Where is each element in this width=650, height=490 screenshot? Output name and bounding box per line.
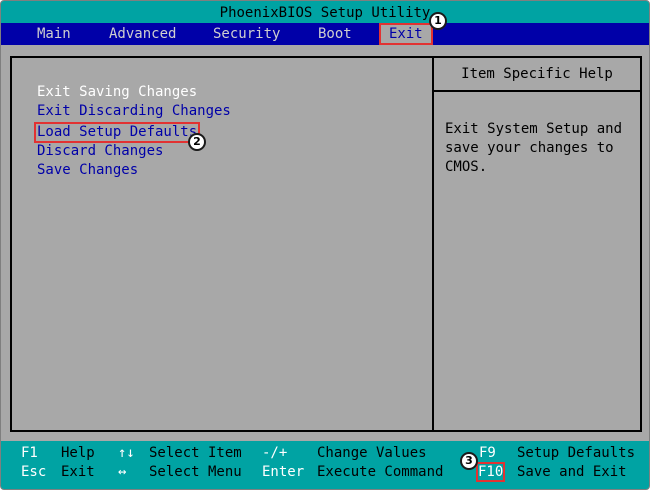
exit-options-list: Exit Saving Changes Exit Discarding Chan… [33,83,233,180]
key-minus-plus: -/+ [262,445,288,461]
key-updown: ↑↓ [118,445,135,461]
key-leftright: ↔ [118,464,127,480]
title-bar: PhoenixBIOS Setup Utility [1,1,649,23]
key-esc: Esc [21,464,47,480]
option-exit-saving-changes[interactable]: Exit Saving Changes [35,83,233,102]
annotation-badge: 2 [188,133,206,151]
key-f1: F1 [21,445,38,461]
key-leftright-desc: Select Menu [149,464,242,480]
help-text: Exit System Setup and save your changes … [445,120,635,177]
key-enter: Enter [262,464,305,480]
key-f10-desc: Save and Exit [517,464,627,480]
option-save-changes[interactable]: Save Changes [35,161,233,180]
annotation-badge: 1 [429,12,447,30]
help-line: save your changes to [445,140,614,156]
option-load-setup-defaults[interactable]: Load Setup Defaults [33,122,201,143]
key-f1-desc: Help [61,445,95,461]
menu-exit[interactable]: Exit [379,23,433,45]
help-line: CMOS. [445,159,488,175]
annotation-badge: 3 [460,452,478,470]
menu-bar: Main Advanced Security Boot Exit [1,23,649,45]
window-title: PhoenixBIOS Setup Utility [219,5,431,21]
key-minus-plus-desc: Change Values [317,445,427,461]
key-f10: F10 [475,462,506,482]
key-f9: F9 [479,445,496,461]
help-header: Item Specific Help [434,58,640,92]
help-line: Exit System Setup and [445,121,623,137]
option-exit-discarding-changes[interactable]: Exit Discarding Changes [35,102,233,121]
key-updown-desc: Select Item [149,445,242,461]
bios-screen: PhoenixBIOS Setup Utility Main Advanced … [0,0,650,490]
menu-main[interactable]: Main [33,26,75,42]
menu-advanced[interactable]: Advanced [105,26,180,42]
help-panel: Item Specific Help [432,56,642,432]
menu-boot[interactable]: Boot [314,26,356,42]
options-panel: Exit Saving Changes Exit Discarding Chan… [10,56,433,432]
menu-security[interactable]: Security [209,26,284,42]
key-help-footer: F1 Help ↑↓ Select Item -/+ Change Values… [1,441,649,489]
key-enter-desc: Execute Command [317,464,444,480]
key-esc-desc: Exit [61,464,95,480]
key-f9-desc: Setup Defaults [517,445,636,461]
